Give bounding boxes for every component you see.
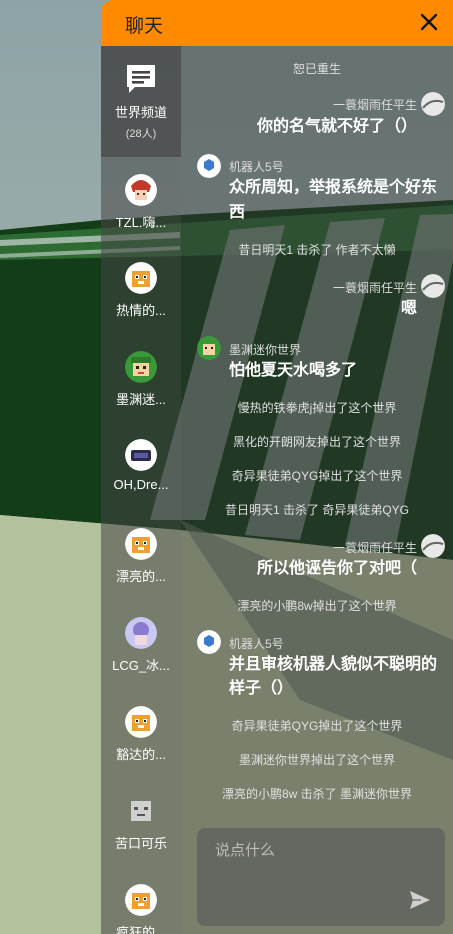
message-text: 众所周知，举报系统是个好东 <box>229 179 438 196</box>
sidebar-item-user[interactable]: LCG_冰... <box>101 617 181 674</box>
user-name: LCG_冰... <box>112 658 170 673</box>
message-text: 嗯 <box>400 300 417 317</box>
sidebar-item-user[interactable]: 苦口可乐 <box>101 795 181 852</box>
system-message: 黑化的开朗网友掉出了这个世界 <box>232 435 401 449</box>
message-input-box <box>197 828 445 926</box>
message-text: 你的名气就不好了（） <box>256 118 417 135</box>
avatar <box>197 630 221 654</box>
sidebar-item-user[interactable]: OH,Dre... <box>101 439 181 492</box>
message-text: 并且审核机器人貌似不聪明的 <box>229 656 438 673</box>
chat-panel: 聊天 世界频道 (28人) TZL.嗨... 热情的... 墨渊迷... OH,… <box>101 0 453 934</box>
avatar <box>125 439 157 471</box>
system-message: 昔日明天1 击杀了 作者不太懒 <box>238 243 396 257</box>
online-count: (28人) <box>125 128 157 140</box>
avatar <box>197 336 221 360</box>
system-message: 昔日明天1 击杀了 奇异果徒弟QYG <box>224 503 409 517</box>
user-name: 漂亮的... <box>116 569 166 584</box>
user-name: 热情的... <box>116 303 166 318</box>
sidebar-item-user[interactable]: 漂亮的... <box>101 528 181 585</box>
avatar <box>125 706 157 738</box>
avatar <box>197 154 221 178</box>
sidebar-item-user[interactable]: TZL.嗨... <box>101 174 181 231</box>
user-name: 苦口可乐 <box>114 836 167 851</box>
user-name: 墨渊迷... <box>116 392 166 407</box>
message-input[interactable] <box>213 838 417 862</box>
user-name: OH,Dre... <box>113 477 169 492</box>
message-list: 恕已重生 一蓑烟雨任平生 你的名气就不好了（） 机器人5号 众所周知，举报系统是… <box>181 46 453 934</box>
avatar <box>421 534 445 558</box>
sidebar-item-user[interactable]: 疯狂的... <box>101 884 181 934</box>
chat-title: 聊天 <box>125 16 164 37</box>
world-channel-label: 世界频道 <box>114 105 167 120</box>
avatar <box>421 92 445 116</box>
system-message: 漂亮的小鹏8w掉出了这个世界 <box>237 599 397 613</box>
message-text: 样子（） <box>229 680 294 697</box>
user-name: 疯狂的... <box>116 925 166 934</box>
user-name: TZL.嗨... <box>115 215 167 230</box>
chat-icon <box>127 65 155 93</box>
close-icon[interactable] <box>417 10 441 34</box>
send-icon[interactable] <box>409 890 431 910</box>
avatar <box>125 884 157 916</box>
sender-name: 一蓑烟雨任平生 <box>332 541 417 555</box>
sender-name: 墨渊迷你世界 <box>229 343 302 357</box>
avatar <box>125 262 157 294</box>
avatar <box>125 795 157 827</box>
user-name: 豁达的... <box>116 747 166 762</box>
sender-name: 机器人5号 <box>229 160 284 174</box>
chat-header: 聊天 <box>101 0 453 46</box>
system-message: 慢热的铁拳虎j掉出了这个世界 <box>237 401 397 415</box>
avatar <box>125 351 157 383</box>
system-message: 恕已重生 <box>292 62 341 76</box>
message-text: 怕他夏天水喝多了 <box>229 362 358 379</box>
avatar <box>125 617 157 649</box>
sidebar-item-user[interactable]: 豁达的... <box>101 706 181 763</box>
system-message: 墨渊迷你世界掉出了这个世界 <box>238 753 395 767</box>
system-message: 漂亮的小鹏8w 击杀了 墨渊迷你世界 <box>221 787 412 801</box>
sender-name: 一蓑烟雨任平生 <box>332 281 417 295</box>
avatar <box>421 274 445 298</box>
message-text: 所以他诬告你了对吧（ <box>256 560 417 577</box>
sidebar-item-user[interactable]: 热情的... <box>101 262 181 319</box>
system-message: 奇异果徒弟QYG掉出了这个世界 <box>231 719 403 733</box>
sender-name: 机器人5号 <box>229 637 284 651</box>
sender-name: 一蓑烟雨任平生 <box>332 98 417 112</box>
sidebar-item-world-channel[interactable]: 世界频道 (28人) <box>101 62 181 141</box>
system-message: 奇异果徒弟QYG掉出了这个世界 <box>231 469 403 483</box>
channel-sidebar: 世界频道 (28人) TZL.嗨... 热情的... 墨渊迷... OH,Dre… <box>101 46 181 934</box>
avatar <box>125 174 157 206</box>
avatar <box>125 528 157 560</box>
message-text: 西 <box>229 204 246 221</box>
sidebar-item-user[interactable]: 墨渊迷... <box>101 351 181 408</box>
